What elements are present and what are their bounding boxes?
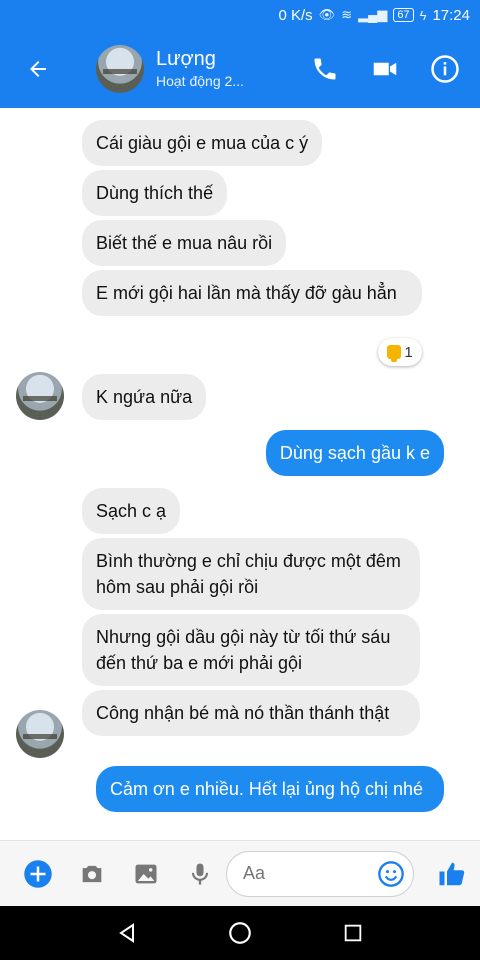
nav-home-button[interactable] bbox=[220, 913, 260, 953]
sender-avatar[interactable] bbox=[16, 372, 64, 420]
thumbs-down-icon bbox=[387, 345, 402, 362]
clock: 17:24 bbox=[432, 6, 470, 24]
system-nav-bar bbox=[0, 906, 480, 960]
like-icon bbox=[439, 862, 465, 885]
contact-status: Hoạt động 2... bbox=[156, 73, 244, 89]
image-icon bbox=[135, 864, 157, 883]
contact-name: Lượng bbox=[156, 48, 216, 70]
emoji-icon[interactable] bbox=[377, 860, 405, 888]
network-speed: 0 K/s bbox=[278, 6, 313, 24]
contact-avatar[interactable] bbox=[96, 45, 144, 93]
message-incoming[interactable]: E mới gội hai lần mà thấy đỡ gàu hẳn bbox=[82, 270, 422, 316]
message-incoming[interactable]: K ngứa nữa bbox=[82, 374, 207, 420]
message-list[interactable]: Cái giàu gội e mua của c ý Dùng thích th… bbox=[0, 108, 480, 840]
contact-info[interactable]: Lượng Hoạt động 2... bbox=[156, 47, 244, 91]
message-incoming[interactable]: Bình thường e chỉ chịu được một đêm hôm … bbox=[82, 538, 420, 610]
message-incoming[interactable]: Sạch c ạ bbox=[82, 488, 181, 534]
more-actions-button[interactable] bbox=[18, 854, 58, 894]
eye-icon: 👁 bbox=[318, 7, 336, 22]
signal-icon: ▂▄▆ bbox=[358, 7, 388, 22]
status-bar: 0 K/s 👁 ≋ ▂▄▆ 67 ϟ 17:24 bbox=[0, 0, 480, 30]
message-incoming[interactable]: Công nhận bé mà nó thần thánh thật bbox=[82, 690, 420, 736]
voice-call-button[interactable] bbox=[304, 48, 346, 90]
circle-home-icon bbox=[229, 922, 251, 944]
message-input[interactable] bbox=[243, 863, 377, 884]
back-arrow-icon bbox=[30, 61, 46, 77]
header-actions bbox=[304, 48, 466, 90]
message-incoming[interactable]: Biết thế e mua nâu rồi bbox=[82, 220, 287, 266]
camera-button[interactable] bbox=[72, 854, 112, 894]
square-recents-icon bbox=[345, 924, 362, 942]
message-incoming[interactable]: Dùng thích thế bbox=[82, 170, 228, 216]
composer-bar bbox=[0, 840, 480, 906]
like-button[interactable] bbox=[432, 854, 472, 894]
plus-icon bbox=[24, 859, 52, 888]
phone-icon bbox=[314, 58, 336, 80]
camera-icon bbox=[82, 865, 102, 882]
video-call-button[interactable] bbox=[364, 48, 406, 90]
message-incoming[interactable]: Nhưng gội dầu gội này từ tối thứ sáu đến… bbox=[82, 614, 420, 686]
gallery-button[interactable] bbox=[126, 854, 166, 894]
nav-back-button[interactable] bbox=[107, 913, 147, 953]
conversation-header: Lượng Hoạt động 2... bbox=[0, 30, 480, 108]
charging-icon: ϟ bbox=[419, 7, 427, 23]
nav-recents-button[interactable] bbox=[333, 913, 373, 953]
back-button[interactable] bbox=[10, 41, 66, 97]
message-outgoing[interactable]: Cảm ơn e nhiều. Hết lại ủng hộ chị nhé bbox=[96, 766, 444, 812]
triangle-back-icon bbox=[118, 923, 134, 943]
info-icon bbox=[431, 55, 459, 83]
message-incoming[interactable]: Cái giàu gội e mua của c ý bbox=[82, 120, 323, 166]
voice-message-button[interactable] bbox=[180, 854, 220, 894]
info-button[interactable] bbox=[424, 48, 466, 90]
reaction-count: 1 bbox=[404, 343, 413, 361]
battery-level: 67 bbox=[393, 8, 414, 22]
message-input-box[interactable] bbox=[226, 850, 414, 897]
mic-icon bbox=[191, 863, 209, 884]
messenger-screen: 0 K/s 👁 ≋ ▂▄▆ 67 ϟ 17:24 Lượng Hoạt động… bbox=[0, 0, 480, 960]
sender-avatar[interactable] bbox=[16, 710, 64, 758]
message-outgoing[interactable]: Dùng sạch gầu k e bbox=[265, 430, 444, 476]
reaction-badge[interactable]: 1 bbox=[378, 338, 422, 366]
wifi-icon: ≋ bbox=[341, 7, 353, 22]
video-icon bbox=[373, 62, 397, 76]
